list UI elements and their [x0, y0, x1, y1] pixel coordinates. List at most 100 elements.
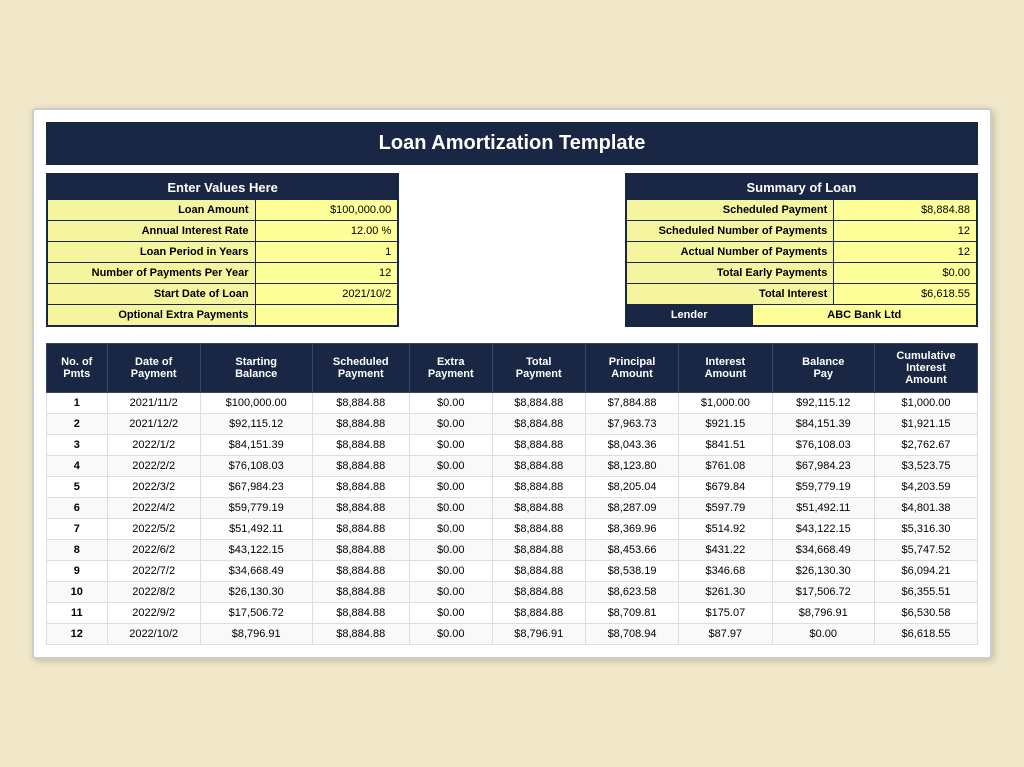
cell-interest: $597.79 — [679, 498, 772, 519]
interest-rate-label: Annual Interest Rate — [48, 221, 256, 241]
cell-start-bal: $76,108.03 — [200, 456, 312, 477]
loan-amount-label: Loan Amount — [48, 200, 256, 220]
cell-start-bal: $8,796.91 — [200, 624, 312, 645]
table-row: 7 2022/5/2 $51,492.11 $8,884.88 $0.00 $8… — [47, 519, 978, 540]
cell-interest: $761.08 — [679, 456, 772, 477]
loan-amount-value[interactable]: $100,000.00 — [256, 200, 398, 220]
cell-date: 2021/12/2 — [107, 414, 200, 435]
payments-per-year-value[interactable]: 12 — [256, 263, 398, 283]
cell-cum-interest: $5,316.30 — [875, 519, 978, 540]
loan-period-value[interactable]: 1 — [256, 242, 398, 262]
cell-no: 1 — [47, 393, 108, 414]
cell-no: 4 — [47, 456, 108, 477]
lender-label: Lender — [627, 305, 753, 325]
cell-extra: $0.00 — [409, 456, 492, 477]
col-no: No. ofPmts — [47, 344, 108, 393]
interest-rate-row: Annual Interest Rate 12.00 % — [48, 221, 397, 242]
cell-principal: $7,884.88 — [585, 393, 678, 414]
cell-balance: $26,130.30 — [772, 561, 875, 582]
cell-principal: $8,623.58 — [585, 582, 678, 603]
col-principal: PrincipalAmount — [585, 344, 678, 393]
amortization-table: No. ofPmts Date ofPayment StartingBalanc… — [46, 343, 978, 645]
loan-period-label: Loan Period in Years — [48, 242, 256, 262]
cell-total: $8,884.88 — [492, 414, 585, 435]
cell-start-bal: $59,779.19 — [200, 498, 312, 519]
cell-scheduled: $8,884.88 — [312, 519, 409, 540]
cell-principal: $8,287.09 — [585, 498, 678, 519]
col-cum-interest: CumulativeInterestAmount — [875, 344, 978, 393]
table-row: 3 2022/1/2 $84,151.39 $8,884.88 $0.00 $8… — [47, 435, 978, 456]
cell-balance: $59,779.19 — [772, 477, 875, 498]
cell-interest: $841.51 — [679, 435, 772, 456]
cell-cum-interest: $6,094.21 — [875, 561, 978, 582]
cell-principal: $8,538.19 — [585, 561, 678, 582]
cell-balance: $67,984.23 — [772, 456, 875, 477]
cell-start-bal: $17,506.72 — [200, 603, 312, 624]
cell-no: 10 — [47, 582, 108, 603]
summary-section: Summary of Loan Scheduled Payment $8,884… — [625, 173, 978, 327]
cell-balance: $92,115.12 — [772, 393, 875, 414]
table-row: 1 2021/11/2 $100,000.00 $8,884.88 $0.00 … — [47, 393, 978, 414]
cell-cum-interest: $4,801.38 — [875, 498, 978, 519]
cell-balance: $84,151.39 — [772, 414, 875, 435]
top-section: Enter Values Here Loan Amount $100,000.0… — [46, 173, 978, 327]
start-date-value[interactable]: 2021/10/2 — [256, 284, 398, 304]
cell-date: 2022/2/2 — [107, 456, 200, 477]
cell-date: 2022/5/2 — [107, 519, 200, 540]
cell-no: 3 — [47, 435, 108, 456]
start-date-label: Start Date of Loan — [48, 284, 256, 304]
table-row: 6 2022/4/2 $59,779.19 $8,884.88 $0.00 $8… — [47, 498, 978, 519]
cell-extra: $0.00 — [409, 561, 492, 582]
cell-balance: $17,506.72 — [772, 582, 875, 603]
col-extra: ExtraPayment — [409, 344, 492, 393]
enter-values-header: Enter Values Here — [48, 175, 397, 200]
cell-balance: $43,122.15 — [772, 519, 875, 540]
total-interest-value: $6,618.55 — [834, 284, 976, 304]
scheduled-num-row: Scheduled Number of Payments 12 — [627, 221, 976, 242]
cell-cum-interest: $5,747.52 — [875, 540, 978, 561]
cell-scheduled: $8,884.88 — [312, 477, 409, 498]
cell-principal: $8,205.04 — [585, 477, 678, 498]
cell-principal: $8,709.81 — [585, 603, 678, 624]
col-scheduled: ScheduledPayment — [312, 344, 409, 393]
cell-date: 2022/6/2 — [107, 540, 200, 561]
cell-extra: $0.00 — [409, 393, 492, 414]
cell-interest: $431.22 — [679, 540, 772, 561]
cell-extra: $0.00 — [409, 603, 492, 624]
extra-payments-value[interactable] — [256, 305, 398, 325]
col-interest: InterestAmount — [679, 344, 772, 393]
cell-extra: $0.00 — [409, 624, 492, 645]
interest-rate-value[interactable]: 12.00 % — [256, 221, 398, 241]
total-early-value: $0.00 — [834, 263, 976, 283]
cell-total: $8,884.88 — [492, 603, 585, 624]
cell-cum-interest: $6,618.55 — [875, 624, 978, 645]
cell-date: 2022/3/2 — [107, 477, 200, 498]
cell-total: $8,884.88 — [492, 519, 585, 540]
cell-principal: $8,123.80 — [585, 456, 678, 477]
table-row: 4 2022/2/2 $76,108.03 $8,884.88 $0.00 $8… — [47, 456, 978, 477]
enter-values-section: Enter Values Here Loan Amount $100,000.0… — [46, 173, 399, 327]
cell-no: 5 — [47, 477, 108, 498]
scheduled-num-label: Scheduled Number of Payments — [627, 221, 835, 241]
cell-extra: $0.00 — [409, 477, 492, 498]
table-row: 2 2021/12/2 $92,115.12 $8,884.88 $0.00 $… — [47, 414, 978, 435]
cell-date: 2022/4/2 — [107, 498, 200, 519]
cell-cum-interest: $1,921.15 — [875, 414, 978, 435]
cell-start-bal: $100,000.00 — [200, 393, 312, 414]
cell-start-bal: $51,492.11 — [200, 519, 312, 540]
cell-total: $8,884.88 — [492, 456, 585, 477]
cell-no: 8 — [47, 540, 108, 561]
cell-balance: $0.00 — [772, 624, 875, 645]
cell-balance: $8,796.91 — [772, 603, 875, 624]
start-date-row: Start Date of Loan 2021/10/2 — [48, 284, 397, 305]
cell-date: 2022/7/2 — [107, 561, 200, 582]
table-header-row: No. ofPmts Date ofPayment StartingBalanc… — [47, 344, 978, 393]
cell-total: $8,884.88 — [492, 477, 585, 498]
cell-interest: $175.07 — [679, 603, 772, 624]
cell-extra: $0.00 — [409, 498, 492, 519]
cell-cum-interest: $2,762.67 — [875, 435, 978, 456]
cell-principal: $8,453.66 — [585, 540, 678, 561]
scheduled-num-value: 12 — [834, 221, 976, 241]
cell-no: 11 — [47, 603, 108, 624]
extra-payments-row: Optional Extra Payments — [48, 305, 397, 325]
